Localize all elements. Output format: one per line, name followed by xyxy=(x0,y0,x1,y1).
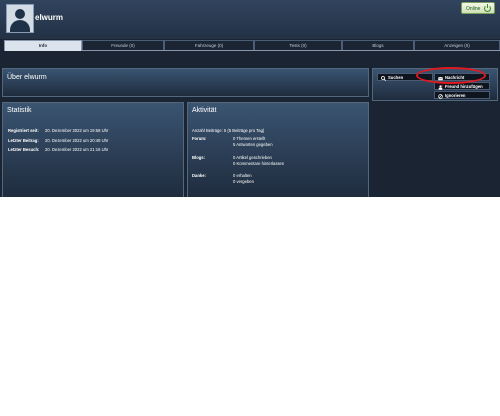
avatar-body-icon xyxy=(10,20,30,32)
search-icon xyxy=(381,75,386,81)
tab-tests[interactable]: Tests (0) xyxy=(254,40,342,50)
tab-anzeigen[interactable]: Anzeigen (0) xyxy=(414,40,500,50)
profile-page: elwurm Online Info Freunde (0) Fahrzeuge… xyxy=(0,0,500,197)
online-status-label: Online xyxy=(466,6,481,12)
online-status-badge[interactable]: Online xyxy=(461,2,495,14)
blogs-comments: 0 Kommentare hinterlassen xyxy=(233,161,285,166)
activity-title: Aktivität xyxy=(192,107,217,114)
thanks-received: 0 erhalten xyxy=(233,173,252,178)
avatar-head-icon xyxy=(15,9,25,19)
thanks-label: Danke: xyxy=(192,173,206,178)
statistics-panel: Statistik Registriert seit: 20. Dezember… xyxy=(2,102,184,197)
registered-label: Registriert seit: xyxy=(8,128,39,133)
tab-freunde[interactable]: Freunde (0) xyxy=(82,40,164,50)
add-friend-label: Freund hinzufügen xyxy=(445,84,483,89)
ignore-button[interactable]: Ignorieren xyxy=(434,91,490,99)
forum-label: Forum: xyxy=(192,136,207,141)
profile-header: elwurm Online xyxy=(0,0,500,39)
search-label: Suchen xyxy=(388,75,404,80)
add-friend-icon xyxy=(438,84,443,90)
about-title: Über elwurm xyxy=(7,74,47,81)
activity-panel: Aktivität Anzahl Beiträge: 5 (5 Beiträge… xyxy=(187,102,369,197)
tab-info[interactable]: Info xyxy=(4,40,82,51)
post-count-summary: Anzahl Beiträge: 5 (5 Beiträge pro Tag) xyxy=(192,128,265,133)
tab-fahrzeuge[interactable]: Fahrzeuge (0) xyxy=(164,40,254,50)
blogs-articles: 0 Artikel geschrieben xyxy=(233,155,272,160)
power-icon xyxy=(484,4,491,12)
about-panel: Über elwurm xyxy=(2,68,369,97)
username: elwurm xyxy=(35,13,64,22)
ignore-label: Ignorieren xyxy=(445,93,466,98)
last-visit-value: 20. Dezember 2022 um 21:16 Uhr xyxy=(45,147,109,152)
forum-topics: 0 Themen erstellt xyxy=(233,136,266,141)
thanks-given: 0 vergeben xyxy=(233,179,254,184)
forum-replies: 5 Antworten gegeben xyxy=(233,142,273,147)
blogs-label: Blogs: xyxy=(192,155,206,160)
last-post-value: 20. Dezember 2022 um 20:48 Uhr xyxy=(45,138,109,143)
statistics-title: Statistik xyxy=(7,107,32,114)
profile-tabs: Info Freunde (0) Fahrzeuge (0) Tests (0)… xyxy=(4,40,500,51)
tab-blogs[interactable]: Blogs xyxy=(342,40,414,50)
registered-value: 20. Dezember 2022 um 19:58 Uhr xyxy=(45,128,109,133)
last-post-label: Letzter Beitrag: xyxy=(8,138,39,143)
message-highlight-ring xyxy=(416,67,486,84)
avatar xyxy=(6,4,34,33)
ignore-icon xyxy=(438,93,443,99)
last-visit-label: Letzter Besuch: xyxy=(8,147,40,152)
